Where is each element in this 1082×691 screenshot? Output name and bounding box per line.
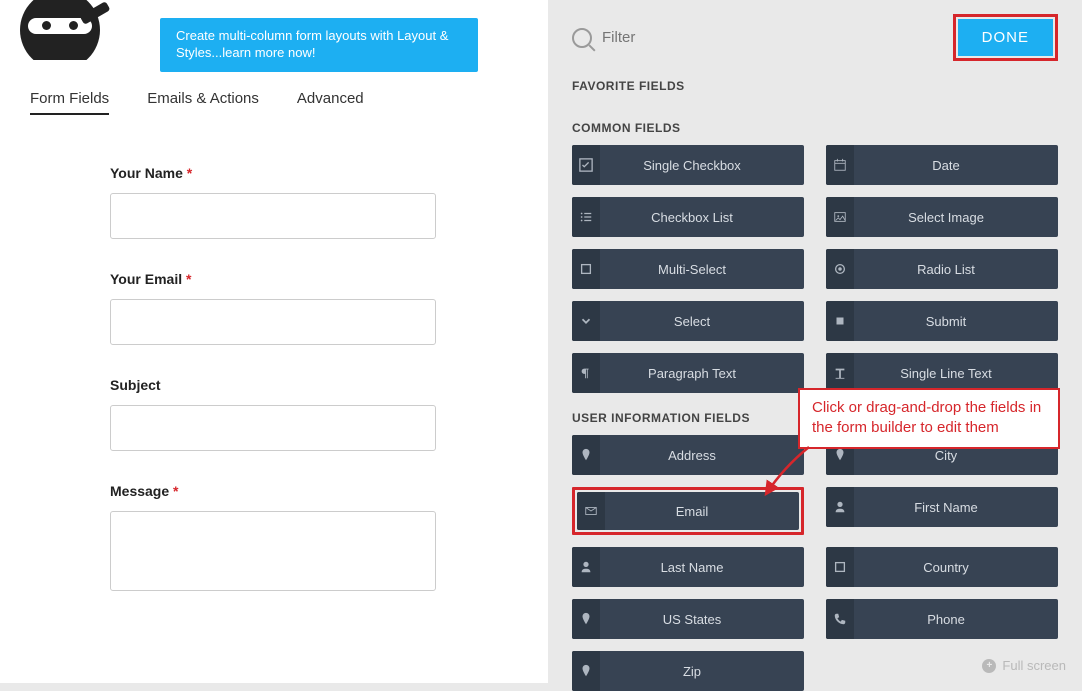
fullscreen-label: Full screen [1002, 658, 1066, 673]
field-pill-label: Single Line Text [854, 366, 1058, 381]
field-pill-label: Email [605, 504, 799, 519]
field-pill-label: Address [600, 448, 804, 463]
field-label: Message [110, 483, 169, 499]
field-pill-label: Multi-Select [600, 262, 804, 277]
field-pill-label: First Name [854, 500, 1058, 515]
field-pill-label: Single Checkbox [600, 158, 804, 173]
filter-input[interactable] [602, 29, 801, 46]
user-field-zip[interactable]: Zip [572, 651, 804, 691]
common-field-select[interactable]: Select [572, 301, 804, 341]
field-label: Subject [110, 377, 161, 393]
tline-icon [826, 353, 854, 393]
phone-icon [826, 599, 854, 639]
chevron-icon [572, 301, 600, 341]
promo-tooltip[interactable]: Create multi-column form layouts with La… [160, 18, 478, 72]
filter-search[interactable] [572, 28, 941, 48]
common-field-single-line-text[interactable]: Single Line Text [826, 353, 1058, 393]
calendar-icon [826, 145, 854, 185]
field-pill-label: Select Image [854, 210, 1058, 225]
user-field-email[interactable]: Email [577, 492, 799, 530]
common-field-paragraph-text[interactable]: Paragraph Text [572, 353, 804, 393]
ninja-logo [0, 0, 120, 60]
pin-icon [572, 435, 600, 475]
field-pill-label: Zip [600, 664, 804, 679]
common-field-select-image[interactable]: Select Image [826, 197, 1058, 237]
user-field-first-name[interactable]: First Name [826, 487, 1058, 527]
field-pill-label: Phone [854, 612, 1058, 627]
field-pill-label: Radio List [854, 262, 1058, 277]
field-pill-label: Date [854, 158, 1058, 173]
para-icon [572, 353, 600, 393]
square-icon [826, 547, 854, 587]
image-icon [826, 197, 854, 237]
subject-input[interactable] [110, 405, 436, 451]
common-field-radio-list[interactable]: Radio List [826, 249, 1058, 289]
user-field-address[interactable]: Address [572, 435, 804, 475]
field-pill-label: Checkbox List [600, 210, 804, 225]
field-label: Your Email [110, 271, 182, 287]
common-field-date[interactable]: Date [826, 145, 1058, 185]
common-field-single-checkbox[interactable]: Single Checkbox [572, 145, 804, 185]
common-field-submit[interactable]: Submit [826, 301, 1058, 341]
section-title-common: COMMON FIELDS [572, 121, 1058, 135]
field-message[interactable]: Message * [110, 483, 438, 591]
email-field-highlight: Email [572, 487, 804, 535]
done-button[interactable]: DONE [958, 19, 1053, 56]
field-pill-label: City [854, 448, 1058, 463]
your-name-input[interactable] [110, 193, 436, 239]
user-field-last-name[interactable]: Last Name [572, 547, 804, 587]
tab-emails-actions[interactable]: Emails & Actions [147, 90, 259, 115]
field-pill-label: US States [600, 612, 804, 627]
tab-form-fields[interactable]: Form Fields [30, 90, 109, 115]
list-icon [572, 197, 600, 237]
square-icon [572, 249, 600, 289]
user-field-us-states[interactable]: US States [572, 599, 804, 639]
common-fields-grid: Single Checkbox Date Checkbox List Select I… [572, 145, 1058, 393]
user-field-country[interactable]: Country [826, 547, 1058, 587]
done-highlight: DONE [953, 14, 1058, 61]
section-title-favorite: FAVORITE FIELDS [572, 79, 1058, 93]
stop-icon [826, 301, 854, 341]
person-icon [826, 487, 854, 527]
required-marker: * [173, 483, 178, 499]
annotation-callout: Click or drag-and-drop the fields in the… [798, 388, 1060, 449]
required-marker: * [186, 271, 191, 287]
radio-icon [826, 249, 854, 289]
tab-advanced[interactable]: Advanced [297, 90, 364, 115]
your-email-input[interactable] [110, 299, 436, 345]
common-field-checkbox-list[interactable]: Checkbox List [572, 197, 804, 237]
search-icon [572, 28, 592, 48]
user-fields-grid: Address City Email First Name Last Name Count… [572, 435, 1058, 691]
field-pill-label: Submit [854, 314, 1058, 329]
common-field-multi-select[interactable]: Multi-Select [572, 249, 804, 289]
mail-icon [577, 492, 605, 530]
field-subject[interactable]: Subject [110, 377, 438, 451]
required-marker: * [187, 165, 192, 181]
person-icon [572, 547, 600, 587]
check-icon [572, 145, 600, 185]
field-your-email[interactable]: Your Email * [110, 271, 438, 345]
field-your-name[interactable]: Your Name * [110, 165, 438, 239]
fullscreen-toggle[interactable]: + Full screen [982, 658, 1066, 673]
field-pill-label: Select [600, 314, 804, 329]
form-preview: Your Name * Your Email * Subject Message… [0, 115, 548, 623]
field-pill-label: Last Name [600, 560, 804, 575]
user-field-phone[interactable]: Phone [826, 599, 1058, 639]
field-pill-label: Paragraph Text [600, 366, 804, 381]
message-input[interactable] [110, 511, 436, 591]
field-label: Your Name [110, 165, 183, 181]
field-pill-label: Country [854, 560, 1058, 575]
pin-icon [572, 599, 600, 639]
fullscreen-icon: + [982, 659, 996, 673]
pin-icon [572, 651, 600, 691]
